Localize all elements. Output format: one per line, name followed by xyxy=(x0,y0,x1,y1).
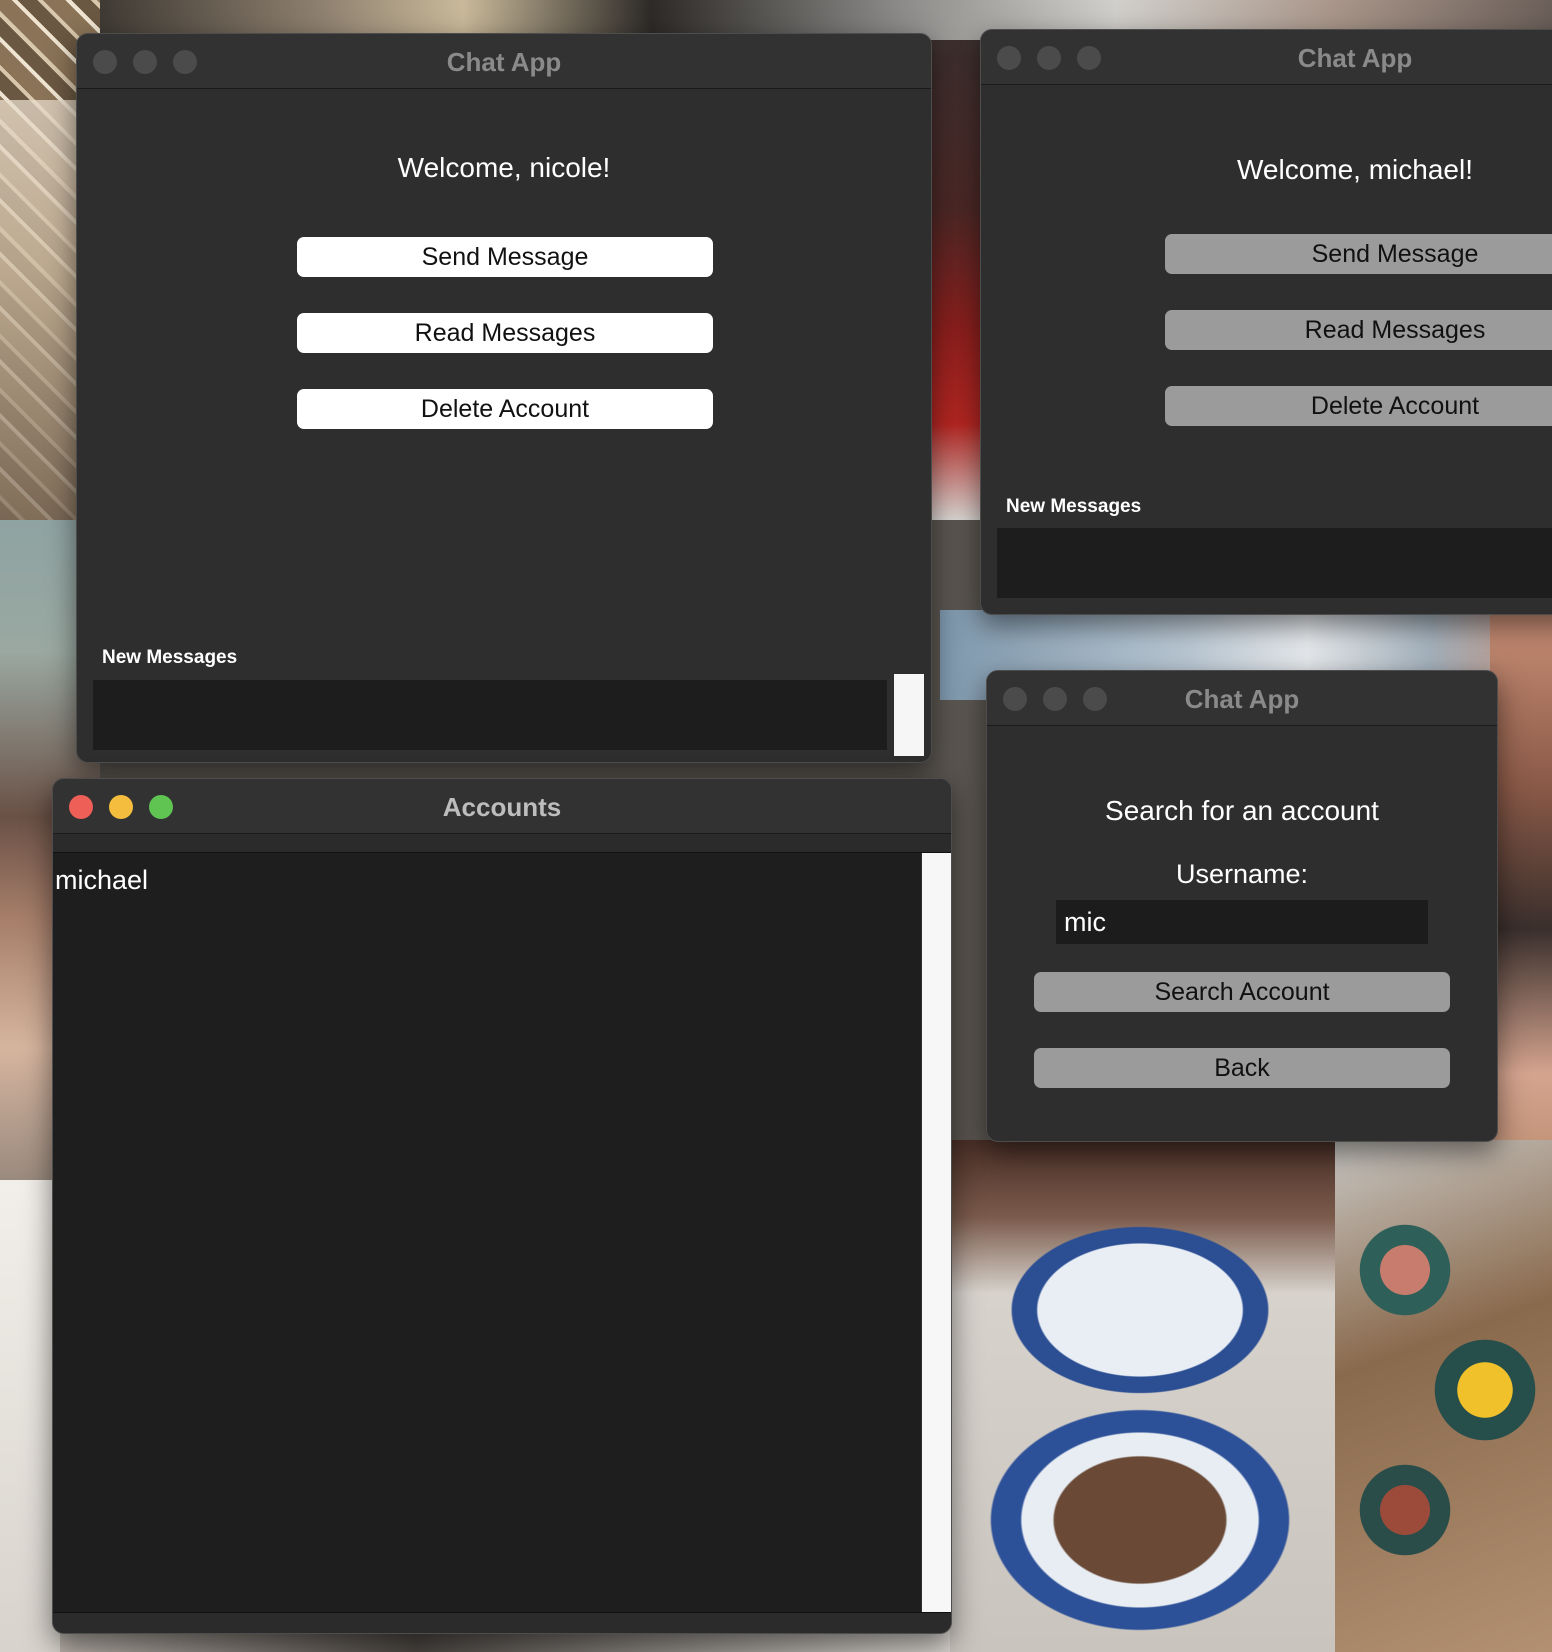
scrollbar[interactable] xyxy=(894,674,924,756)
new-messages-box[interactable] xyxy=(997,528,1552,598)
window-title: Chat App xyxy=(446,47,562,77)
new-messages-label: New Messages xyxy=(1006,496,1142,517)
welcome-text: Welcome, nicole! xyxy=(397,152,611,183)
background-photo xyxy=(0,100,80,520)
accounts-window: Accounts michael xyxy=(52,778,952,1634)
delete-account-button[interactable]: Delete Account xyxy=(297,389,713,429)
title-bar[interactable]: Chat App xyxy=(981,30,1552,85)
new-messages-box[interactable] xyxy=(93,680,887,750)
search-account-button[interactable]: Search Account xyxy=(1034,972,1450,1012)
read-messages-button[interactable]: Read Messages xyxy=(297,313,713,353)
background-photo xyxy=(1490,610,1552,1190)
search-heading: Search for an account xyxy=(1105,795,1379,826)
read-messages-button[interactable]: Read Messages xyxy=(1165,310,1552,350)
new-messages-label: New Messages xyxy=(102,647,238,668)
username-label: Username: xyxy=(1175,859,1309,889)
list-item[interactable]: michael xyxy=(55,865,148,896)
title-bar[interactable]: Accounts xyxy=(53,779,951,834)
background-photo-food xyxy=(1335,1140,1552,1652)
background-photo-food xyxy=(950,1140,1335,1652)
username-input[interactable]: mic xyxy=(1056,900,1428,944)
title-bar[interactable]: Chat App xyxy=(77,34,931,89)
window-title: Chat App xyxy=(1297,43,1413,73)
scrollbar[interactable] xyxy=(922,853,951,1613)
send-message-button[interactable]: Send Message xyxy=(1165,234,1552,274)
welcome-text: Welcome, michael! xyxy=(1236,154,1473,185)
window-title: Accounts xyxy=(442,792,562,822)
status-strip xyxy=(53,1612,951,1633)
back-button[interactable]: Back xyxy=(1034,1048,1450,1088)
send-message-button[interactable]: Send Message xyxy=(297,237,713,277)
delete-account-button[interactable]: Delete Account xyxy=(1165,386,1552,426)
toolbar-strip xyxy=(53,834,951,853)
chat-app-window-michael: Chat App Welcome, michael! Send Message … xyxy=(980,29,1552,615)
title-bar[interactable]: Chat App xyxy=(987,671,1497,726)
chat-app-window-search: Chat App Search for an account Username:… xyxy=(986,670,1498,1142)
chat-app-window-nicole: Chat App Welcome, nicole! Send Message R… xyxy=(76,33,932,763)
background-photo xyxy=(0,1180,60,1652)
window-title: Chat App xyxy=(1184,684,1300,714)
accounts-list[interactable]: michael xyxy=(53,853,921,1613)
